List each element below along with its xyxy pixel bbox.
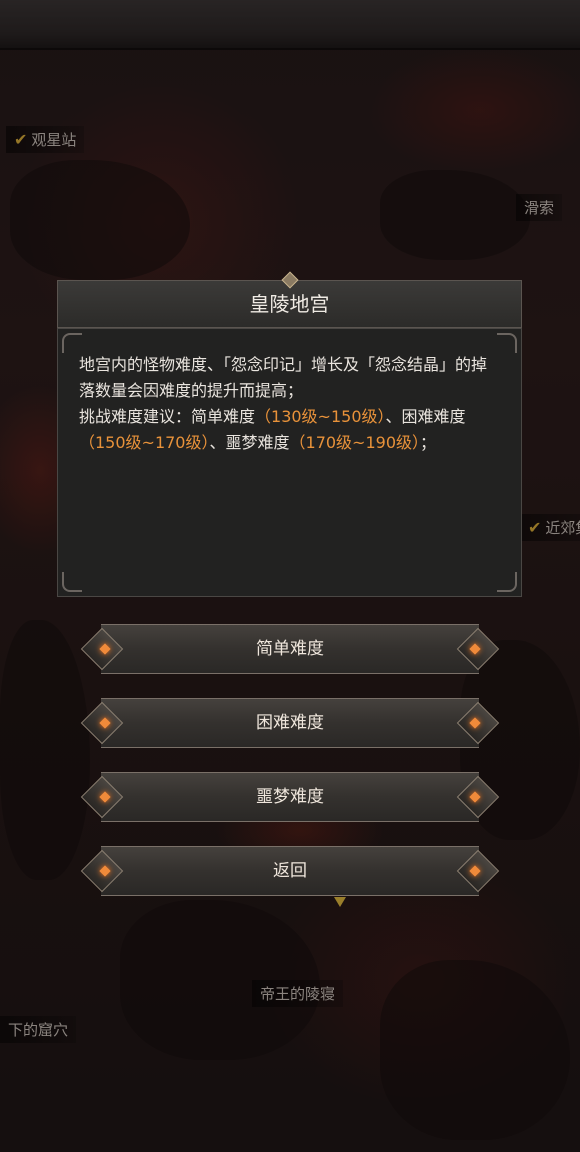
button-label: 返回 [273, 861, 307, 881]
easy-difficulty-button[interactable]: 简单难度 [80, 624, 500, 674]
corner-ornament [62, 572, 82, 592]
nightmare-difficulty-button[interactable]: 噩梦难度 [80, 772, 500, 822]
description-line1: 地宫内的怪物难度、「怨念印记」增长及「怨念结晶」的掉落数量会因难度的提升而提高； [79, 355, 488, 400]
description-end: ； [420, 433, 437, 452]
hard-level-range: （150级~170级） [79, 433, 210, 452]
button-label: 简单难度 [256, 639, 324, 659]
separator-nightmare: 、噩梦难度 [209, 433, 290, 452]
difficulty-dialog: 皇陵地宫 地宫内的怪物难度、「怨念印记」增长及「怨念结晶」的掉落数量会因难度的提… [57, 271, 522, 597]
corner-ornament [62, 333, 82, 353]
back-button[interactable]: 返回 [80, 846, 500, 896]
button-label: 困难难度 [256, 713, 324, 733]
hard-difficulty-button[interactable]: 困难难度 [80, 698, 500, 748]
easy-level-range: （130级~150级） [255, 407, 386, 426]
separator-hard: 、困难难度 [385, 407, 466, 426]
nightmare-level-range: （170级~190级） [289, 433, 421, 452]
corner-ornament [497, 333, 517, 353]
corner-ornament [497, 572, 517, 592]
button-label: 噩梦难度 [256, 787, 324, 807]
description-prefix: 挑战难度建议：简单难度 [79, 407, 256, 426]
dialog-description: 地宫内的怪物难度、「怨念印记」增长及「怨念结晶」的掉落数量会因难度的提升而提高；… [79, 352, 499, 456]
